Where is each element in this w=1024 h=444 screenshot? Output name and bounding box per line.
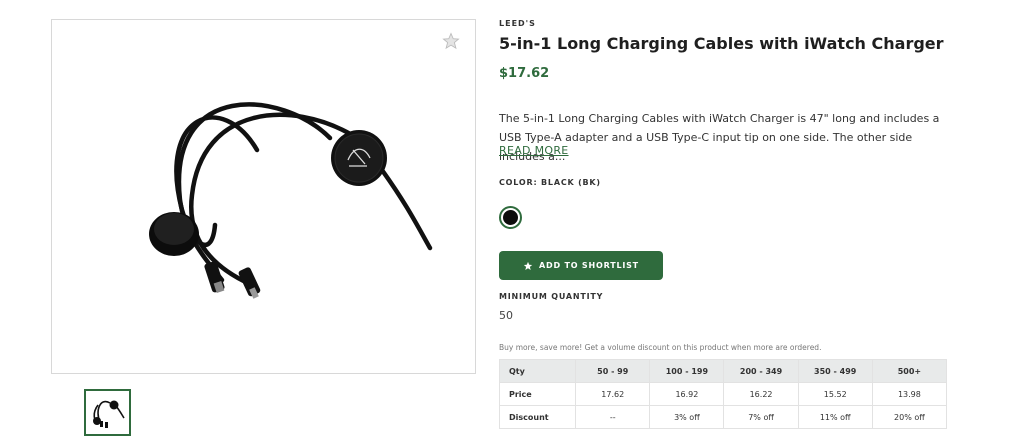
thumbnail-cable-icon <box>93 400 125 428</box>
add-to-shortlist-label: ADD TO SHORTLIST <box>539 261 639 270</box>
table-header-cell: 200 - 349 <box>723 359 799 383</box>
color-swatch-fill <box>503 210 518 225</box>
table-cell: Discount <box>498 405 577 429</box>
table-cell: 13.98 <box>871 382 948 406</box>
table-cell: Price <box>498 382 577 406</box>
table-cell: 3% off <box>649 405 725 429</box>
table-header-cell: 500+ <box>871 359 948 383</box>
star-icon[interactable] <box>442 32 460 50</box>
product-description: The 5-in-1 Long Charging Cables with iWa… <box>499 112 940 163</box>
table-row: Discount -- 3% off 7% off 11% off 20% of… <box>498 405 948 429</box>
table-cell: 15.52 <box>797 382 873 406</box>
table-header-cell: Qty <box>498 359 577 383</box>
table-row: Price 17.62 16.92 16.22 15.52 13.98 <box>498 382 948 406</box>
table-cell: 16.92 <box>649 382 725 406</box>
table-cell: 7% off <box>723 405 799 429</box>
table-cell: -- <box>575 405 651 429</box>
pricing-table-header: Qty 50 - 99 100 - 199 200 - 349 350 - 49… <box>498 359 948 383</box>
table-cell: 17.62 <box>575 382 651 406</box>
product-image-frame <box>51 19 476 374</box>
table-cell: 16.22 <box>723 382 799 406</box>
star-icon <box>523 261 533 270</box>
table-header-cell: 350 - 499 <box>797 359 873 383</box>
table-cell: 11% off <box>797 405 873 429</box>
table-header-cell: 50 - 99 <box>575 359 651 383</box>
product-price: $17.62 <box>499 66 550 81</box>
pricing-table: Qty 50 - 99 100 - 199 200 - 349 350 - 49… <box>498 359 948 429</box>
volume-discount-note: Buy more, save more! Get a volume discou… <box>499 343 822 352</box>
color-swatch-black[interactable] <box>499 206 522 229</box>
thumbnail-image[interactable] <box>84 389 131 436</box>
product-title: 5-in-1 Long Charging Cables with iWatch … <box>499 34 944 53</box>
brand-name: LEED'S <box>499 19 536 28</box>
minimum-quantity-value: 50 <box>499 309 513 322</box>
minimum-quantity-label: MINIMUM QUANTITY <box>499 292 604 301</box>
table-header-cell: 100 - 199 <box>649 359 725 383</box>
read-more-link[interactable]: READ MORE <box>499 144 569 157</box>
product-image <box>149 102 433 299</box>
color-label: COLOR: BLACK (BK) <box>499 178 601 187</box>
table-cell: 20% off <box>871 405 948 429</box>
add-to-shortlist-button[interactable]: ADD TO SHORTLIST <box>499 251 663 280</box>
